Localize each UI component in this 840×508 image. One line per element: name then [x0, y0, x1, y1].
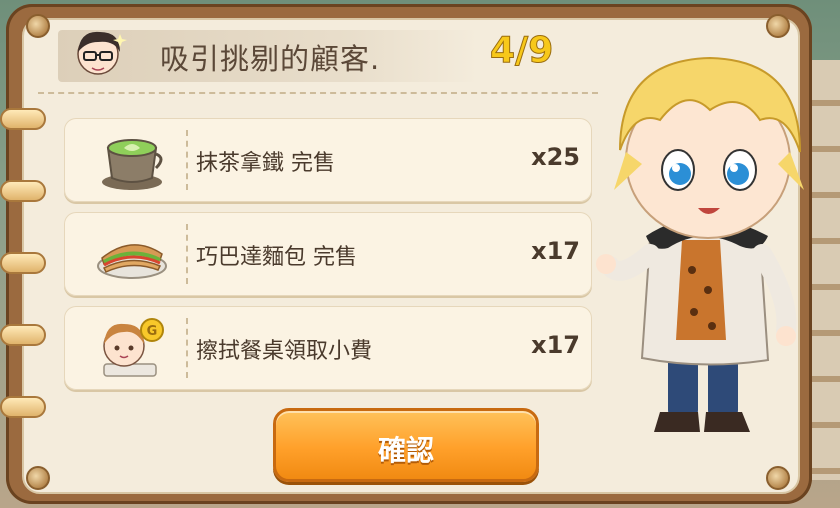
task-divider	[186, 224, 188, 284]
task-divider	[186, 130, 188, 190]
task-count: x17	[531, 331, 580, 359]
ciabatta-sandwich-icon	[97, 244, 167, 279]
binder-ring-icon	[0, 108, 46, 130]
task-label: 擦拭餐桌領取小費	[196, 339, 373, 364]
binder-ring-icon	[0, 324, 46, 346]
rivet-icon	[26, 466, 50, 490]
header-divider	[38, 92, 598, 94]
task-row: 巧巴達麵包 完售 x17	[64, 212, 592, 296]
binder-ring-icon	[0, 180, 46, 202]
customer-avatar-icon	[77, 31, 127, 75]
confirm-button[interactable]: 確認	[273, 408, 539, 482]
confirm-button-label: 確認	[377, 434, 434, 467]
task-row: G 擦拭餐桌領取小費 x17	[64, 306, 592, 390]
binder-ring-icon	[0, 396, 46, 418]
svg-text:G: G	[147, 324, 158, 339]
task-label: 抹茶拿鐵 完售	[196, 151, 335, 176]
rivet-icon	[26, 14, 50, 38]
task-divider	[186, 318, 188, 378]
task-row: 抹茶拿鐵 完售 x25	[64, 118, 592, 202]
matcha-latte-icon	[102, 139, 163, 190]
rivet-icon	[766, 14, 790, 38]
quest-progress: 4/9	[489, 30, 554, 72]
task-count: x17	[531, 237, 580, 265]
task-count: x25	[531, 143, 580, 171]
quest-title: 吸引挑剔的顧客.	[160, 42, 381, 76]
binder-ring-icon	[0, 252, 46, 274]
task-label: 巧巴達麵包 完售	[196, 245, 357, 270]
chibi-character-illustration	[596, 56, 804, 432]
customer-tip-icon: G	[103, 318, 164, 377]
